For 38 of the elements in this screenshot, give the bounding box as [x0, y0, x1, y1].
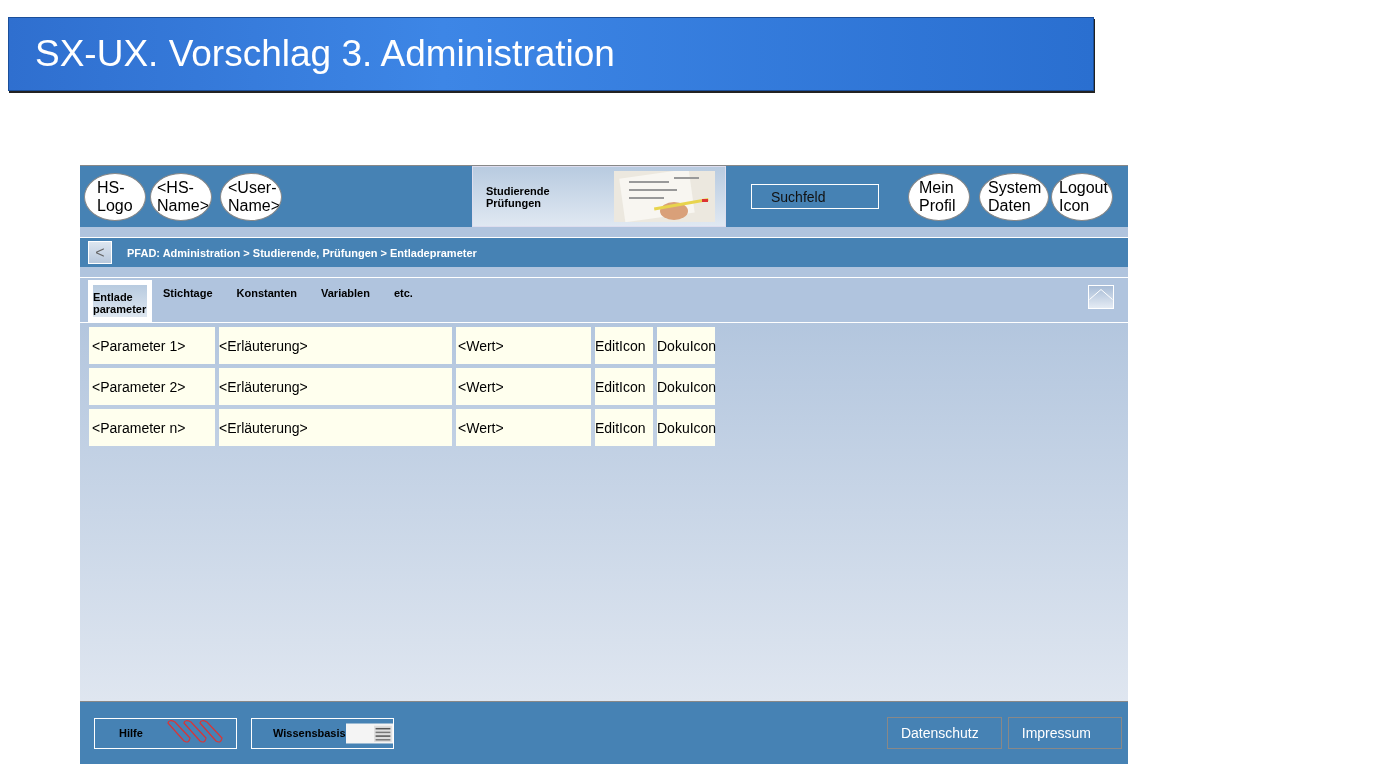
value-cell: <Wert>	[456, 368, 591, 405]
header-badge: <HS- Name>	[150, 172, 212, 221]
footer-link[interactable]: Datenschutz	[886, 717, 1002, 749]
page-title: SX-UX. Vorschlag 3. Administration	[8, 17, 1094, 91]
value-cell: <Wert>	[456, 327, 591, 364]
paperclip-icon	[166, 720, 224, 744]
action-button[interactable]: Mein Profil	[908, 172, 970, 221]
doku-cell: DokuIcon	[657, 368, 715, 405]
explanation-cell: <Erläuterung>	[219, 409, 452, 446]
nav-tile-label: Studierende Prüfungen	[486, 184, 551, 209]
footer-link[interactable]: Impressum	[1007, 717, 1122, 749]
edit-cell: EditIcon	[595, 327, 653, 364]
parameter-cell: <Parameter n>	[89, 409, 215, 446]
header-badge: <User- Name>	[220, 172, 282, 221]
parameter-cell: <Parameter 1>	[89, 327, 215, 364]
action-button[interactable]: System Daten	[979, 172, 1049, 221]
explanation-cell: <Erläuterung>	[219, 368, 452, 405]
doku-cell: DokuIcon	[657, 409, 715, 446]
footer-button[interactable]: Hilfe	[94, 717, 237, 749]
value-cell: <Wert>	[456, 409, 591, 446]
nav-tile[interactable]: Studierende Prüfungen	[472, 166, 726, 227]
breadcrumb-text: PFAD: Administration > Studierende, Prüfungen > Entladeprameter	[127, 246, 477, 259]
chevron-up-icon	[1089, 288, 1113, 300]
tab[interactable]: Stichtage	[163, 287, 213, 299]
header-badge: HS- Logo	[84, 172, 146, 221]
tab[interactable]: Variablen	[321, 287, 370, 299]
tab[interactable]: etc.	[393, 287, 413, 299]
edit-cell: EditIcon	[595, 409, 653, 446]
doku-cell: DokuIcon	[657, 327, 715, 364]
parameter-cell: <Parameter 2>	[89, 368, 215, 405]
action-button[interactable]: Logout Icon	[1051, 172, 1113, 221]
tab[interactable]: Konstanten	[236, 287, 297, 299]
edit-cell: EditIcon	[595, 368, 653, 405]
collapse-button[interactable]	[1088, 285, 1114, 309]
explanation-cell: <Erläuterung>	[219, 327, 452, 364]
footer-button[interactable]: Wissensbasis	[251, 717, 394, 749]
back-button[interactable]: <	[88, 241, 112, 264]
search-field[interactable]: Suchfeld	[751, 184, 879, 209]
